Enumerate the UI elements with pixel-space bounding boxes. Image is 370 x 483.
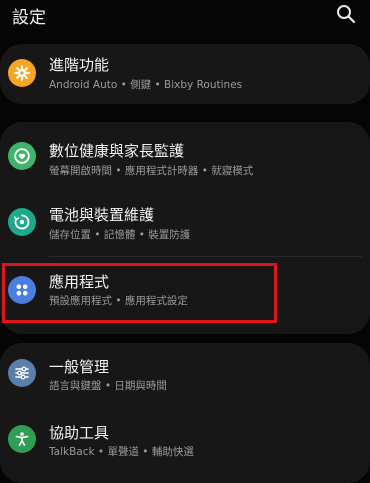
divider — [49, 256, 362, 257]
settings-item-general-management[interactable]: 一般管理 語言與鍵盤 • 日期與時間 — [0, 343, 370, 403]
settings-item-subtitle: 儲存位置 • 記憶體 • 裝置防護 — [49, 229, 191, 241]
settings-item-label: 協助工具 — [49, 424, 110, 442]
settings-item-digital-wellbeing[interactable]: 數位健康與家長監護 螢幕開啟時間 • 應用程式計時器 • 就寢模式 — [0, 126, 370, 186]
search-icon[interactable] — [336, 4, 356, 24]
settings-item-subtitle: 語言與鍵盤 • 日期與時間 — [49, 380, 167, 392]
settings-item-advanced-features[interactable]: 進階功能 Android Auto • 側鍵 • Bixby Routines — [0, 44, 370, 104]
app-header: 設定 — [0, 0, 370, 32]
settings-item-subtitle: Android Auto • 側鍵 • Bixby Routines — [49, 79, 243, 91]
settings-item-label: 數位健康與家長監護 — [49, 142, 185, 160]
star-gear-icon — [8, 59, 36, 87]
settings-card-advanced: 進階功能 Android Auto • 側鍵 • Bixby Routines — [0, 44, 370, 104]
settings-item-label: 進階功能 — [49, 56, 110, 74]
settings-item-label: 一般管理 — [49, 358, 110, 376]
settings-item-subtitle: 螢幕開啟時間 • 應用程式計時器 • 就寢模式 — [49, 165, 254, 177]
accessibility-icon — [8, 425, 36, 453]
highlight-box — [2, 263, 277, 323]
page-title: 設定 — [12, 8, 46, 28]
settings-item-accessibility[interactable]: 協助工具 TalkBack • 單聲道 • 輔助快選 — [0, 407, 370, 467]
sliders-icon — [8, 359, 36, 387]
settings-card-general: 一般管理 語言與鍵盤 • 日期與時間 協助工具 TalkBack • 單聲道 •… — [0, 343, 370, 483]
device-care-icon — [8, 208, 36, 236]
settings-item-label: 電池與裝置維護 — [49, 206, 155, 224]
settings-item-subtitle: TalkBack • 單聲道 • 輔助快選 — [49, 446, 194, 458]
heart-circle-icon — [8, 142, 36, 170]
settings-item-battery-device-care[interactable]: 電池與裝置維護 儲存位置 • 記憶體 • 裝置防護 — [0, 194, 370, 254]
